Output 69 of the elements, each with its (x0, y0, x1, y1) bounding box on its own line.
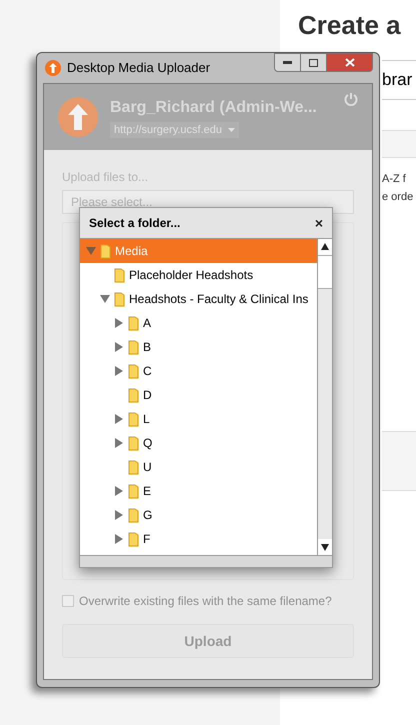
tree-item[interactable]: C (80, 359, 317, 383)
folder-icon (114, 268, 125, 282)
overwrite-label: Overwrite existing files with the same filename? (79, 593, 332, 610)
tree-item[interactable]: A (80, 311, 317, 335)
folder-icon (128, 340, 139, 354)
maximize-icon (309, 58, 318, 66)
tree-item[interactable]: Placeholder Headshots (80, 263, 317, 287)
folder-icon (100, 244, 111, 258)
scroll-thumb[interactable] (318, 255, 332, 289)
folder-name: Placeholder Headshots (129, 267, 254, 284)
folder-name: C (143, 363, 152, 380)
app-logo-icon (45, 60, 61, 76)
avatar-upload-icon (58, 97, 98, 137)
name-field[interactable]: brar (382, 60, 416, 100)
folder-icon (128, 412, 139, 426)
close-icon (344, 58, 354, 67)
collapsed-arrow-icon[interactable] (114, 438, 124, 448)
folder-icon (128, 436, 139, 450)
tree-item[interactable]: L (80, 407, 317, 431)
folder-icon (128, 532, 139, 546)
maximize-button[interactable] (301, 53, 327, 72)
tree-item[interactable]: F (80, 527, 317, 551)
collapsed-arrow-icon[interactable] (114, 534, 124, 544)
folder-name: G (143, 507, 152, 524)
folder-name: Media (115, 243, 148, 260)
description-text: A-Z f (382, 172, 407, 187)
scroll-up-icon[interactable] (318, 239, 332, 255)
collapsed-arrow-icon[interactable] (114, 510, 124, 520)
folder-name: D (143, 387, 152, 404)
folder-name: B (143, 339, 152, 356)
collapsed-arrow-icon[interactable] (114, 414, 124, 424)
collapsed-arrow-icon[interactable] (114, 486, 124, 496)
minimize-icon (283, 61, 292, 64)
folder-icon (128, 316, 139, 330)
folder-name: A (143, 315, 152, 332)
description-text: e orde (382, 190, 414, 205)
dialog-title: Select a folder... (89, 215, 182, 232)
folder-name: F (143, 531, 150, 548)
caret-icon (228, 128, 236, 132)
folder-name: Headshots - Faculty & Clinical Ins (129, 291, 308, 308)
window-title: Desktop Media Uploader (67, 59, 212, 78)
collapsed-arrow-icon[interactable] (114, 366, 124, 376)
expanded-arrow-icon[interactable] (100, 294, 110, 304)
folder-icon (128, 460, 139, 474)
folder-name: E (143, 483, 152, 500)
tree-item[interactable]: B (80, 335, 317, 359)
dialog-close-button[interactable]: × (314, 216, 323, 230)
folder-icon (128, 388, 139, 402)
folder-icon (128, 484, 139, 498)
scrollbar[interactable] (317, 239, 332, 555)
page-heading: Create a (297, 9, 402, 42)
tree-item[interactable]: Q (80, 431, 317, 455)
folder-icon (128, 364, 139, 378)
folder-name: Q (143, 435, 152, 452)
folder-icon (114, 292, 125, 306)
overwrite-checkbox[interactable] (62, 595, 74, 607)
folder-name: L (143, 411, 150, 428)
collapsed-arrow-icon[interactable] (114, 318, 124, 328)
scroll-down-icon[interactable] (318, 539, 332, 555)
collapsed-arrow-icon[interactable] (114, 342, 124, 352)
tree-item[interactable]: D (80, 383, 317, 407)
tree-item[interactable]: G (80, 503, 317, 527)
folder-icon (128, 508, 139, 522)
tree-item[interactable]: Headshots - Faculty & Clinical Ins (80, 287, 317, 311)
folder-name: U (143, 459, 152, 476)
minimize-button[interactable] (274, 53, 301, 72)
tree-item[interactable]: U (80, 455, 317, 479)
tree-item[interactable]: E (80, 479, 317, 503)
close-button[interactable] (327, 53, 373, 72)
